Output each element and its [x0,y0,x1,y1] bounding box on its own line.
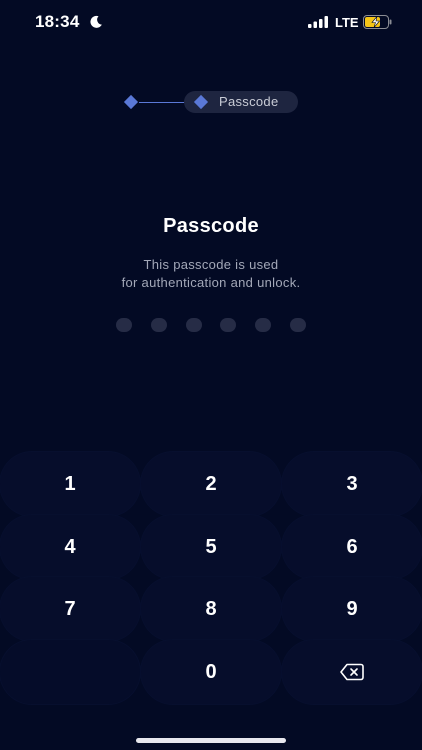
key-9[interactable]: 9 [282,577,422,641]
key-0[interactable]: 0 [141,640,281,704]
description-line: This passcode is used [143,257,279,272]
key-6[interactable]: 6 [282,515,422,579]
passcode-dots [0,318,422,332]
key-2[interactable]: 2 [141,452,281,516]
passcode-dot [290,318,306,332]
passcode-screen: 18:34 LTE Passcode Passcode This passcod… [0,0,422,750]
key-5[interactable]: 5 [141,515,281,579]
key-3[interactable]: 3 [282,452,422,516]
key-1[interactable]: 1 [0,452,140,516]
signal-icon [308,16,328,28]
status-time: 18:34 [35,12,80,31]
page-title: Passcode [163,215,259,237]
moon-icon [90,15,102,28]
backspace-button[interactable] [282,640,422,704]
backspace-icon [340,663,364,681]
page-description: This passcode is used for authentication… [0,256,422,292]
passcode-dot [116,318,132,332]
passcode-dot [255,318,272,332]
step-diamond-icon [123,94,139,110]
description-line: for authentication and unlock. [121,275,301,290]
key-7[interactable]: 7 [0,577,140,641]
status-bar: 18:34 LTE [0,0,422,46]
step-connector [139,101,187,103]
progress-stepper: Passcode [0,91,422,113]
key-blank [0,640,140,704]
current-step-label: Passcode [219,94,279,109]
passcode-dot [150,318,167,332]
network-label: LTE [335,15,359,30]
key-4[interactable]: 4 [0,515,140,579]
home-indicator[interactable] [136,738,286,743]
battery-charging-icon [363,15,392,29]
passcode-dot [220,318,237,332]
key-8[interactable]: 8 [141,577,281,641]
passcode-dot [185,318,202,332]
